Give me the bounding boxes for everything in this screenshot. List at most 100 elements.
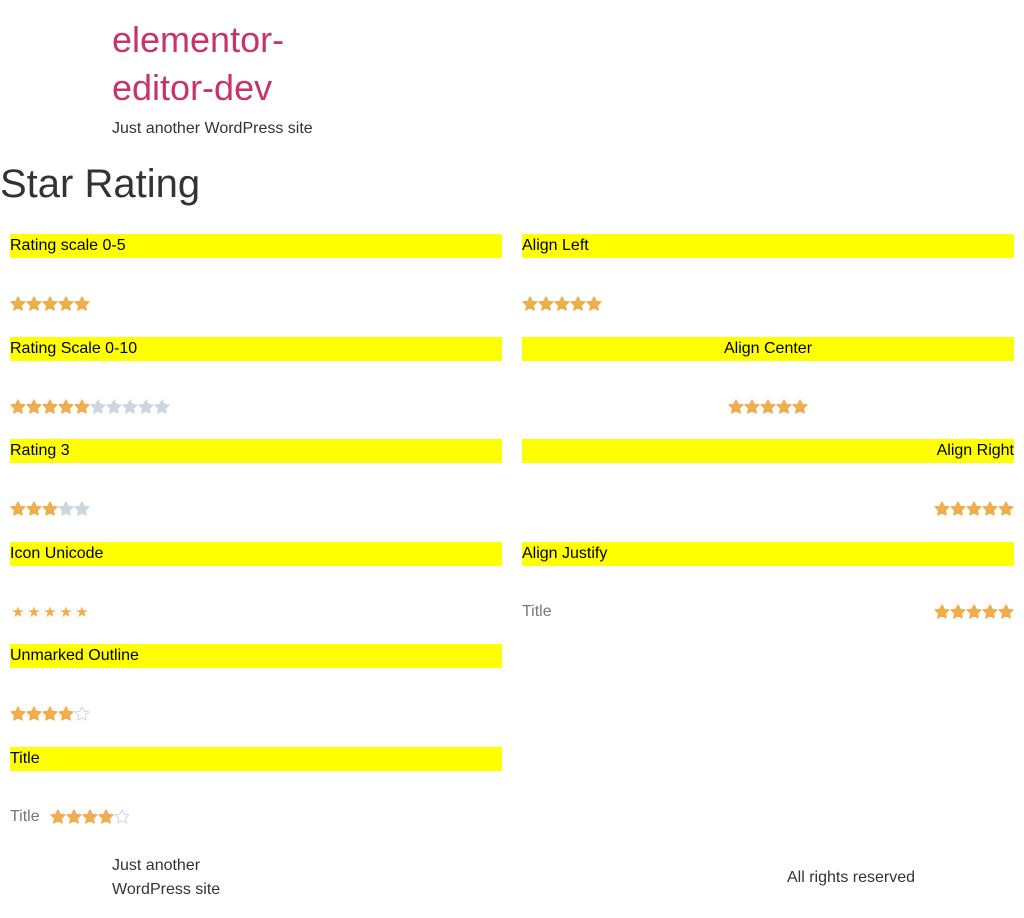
widget-heading: Align Center (522, 336, 1014, 361)
widget-heading: Rating scale 0-5 (10, 234, 502, 258)
star-icon: ★ (27, 602, 41, 621)
star-rating: Title (522, 600, 1014, 624)
star-icon (934, 501, 950, 517)
rating-widget: Align Justify Title (522, 541, 1014, 645)
site-tagline: Just another WordPress site (112, 120, 313, 137)
footer-tagline: Just another WordPress site (112, 857, 221, 898)
stars-group (934, 501, 1014, 517)
rating-widget: Align Right (522, 439, 1014, 542)
rating-widget: Icon Unicode ★ ★ ★ ★ ★ (10, 541, 502, 645)
rating-title: Title (522, 602, 552, 620)
site-header: elementor-editor-dev Just another WordPr… (112, 16, 412, 140)
star-icon (10, 706, 26, 722)
rating-widget: Rating 3 (10, 439, 502, 542)
star-icon (58, 398, 74, 415)
rating-widget: Align Center (522, 336, 1014, 440)
star-icon (42, 706, 58, 722)
star-icon (538, 296, 554, 312)
star-rating (522, 497, 1014, 521)
star-rating (10, 292, 502, 316)
star-icon (998, 501, 1014, 517)
star-rating (10, 497, 502, 521)
star-icon (98, 808, 114, 825)
star-icon (58, 296, 74, 312)
widget-heading: Rating 3 (10, 439, 502, 463)
rating-widget: Rating Scale 0-10 (10, 336, 502, 440)
star-icon (74, 706, 90, 722)
star-icon (26, 501, 42, 517)
star-icon (74, 398, 90, 415)
star-rating (522, 395, 1014, 419)
star-icon: ★ (59, 602, 73, 621)
star-icon (950, 603, 966, 620)
star-icon (106, 398, 122, 415)
star-icon (966, 501, 982, 517)
rating-widget: Align Left (522, 234, 1014, 337)
stars-group (934, 603, 1014, 620)
stars-group (10, 296, 90, 312)
star-rating: ★ ★ ★ ★ ★ (10, 600, 502, 624)
star-icon (982, 603, 998, 620)
footer-copyright: All rights reserved (787, 869, 916, 886)
star-icon (74, 501, 90, 517)
star-icon (26, 706, 42, 722)
star-icon (982, 501, 998, 517)
star-icon (50, 808, 66, 825)
star-icon (934, 603, 950, 620)
star-icon (58, 501, 74, 517)
star-icon (66, 808, 82, 825)
star-icon (950, 501, 966, 517)
stars-group (10, 398, 170, 415)
star-icon (998, 603, 1014, 620)
star-icon (570, 296, 586, 312)
star-rating (10, 702, 502, 726)
star-icon (122, 398, 138, 415)
star-icon (58, 706, 74, 722)
star-icon (114, 808, 130, 825)
widget-heading: Title (10, 746, 502, 771)
star-icon (26, 296, 42, 312)
stars-group (728, 398, 808, 415)
widget-heading: Align Justify (522, 541, 1014, 566)
star-rating: Title (10, 805, 502, 829)
star-icon (966, 603, 982, 620)
star-icon (42, 501, 58, 517)
rating-widget: Unmarked Outline (10, 644, 502, 747)
star-icon (760, 398, 776, 415)
star-icon (744, 398, 760, 415)
stars-group: ★ ★ ★ ★ ★ (10, 604, 90, 620)
widget-heading: Rating Scale 0-10 (10, 336, 502, 361)
rating-widget: Rating scale 0-5 (10, 234, 502, 337)
star-icon: ★ (11, 602, 25, 621)
star-icon: ★ (75, 602, 89, 621)
star-icon (74, 296, 90, 312)
star-rating (10, 395, 502, 419)
star-rating (522, 292, 1014, 316)
page-title: Star Rating (0, 162, 201, 206)
rating-title: Title (10, 807, 40, 825)
star-icon (138, 398, 154, 415)
stars-group (10, 706, 90, 722)
rating-widget: Title Title (10, 746, 502, 850)
stars-group (10, 501, 90, 517)
widget-heading: Icon Unicode (10, 541, 502, 566)
widget-heading: Unmarked Outline (10, 644, 502, 668)
stars-group (50, 808, 130, 825)
star-icon (586, 296, 602, 312)
site-title-link[interactable]: elementor-editor-dev (112, 16, 332, 112)
star-icon (42, 296, 58, 312)
right-column: Align Left Align Center Align Right Align J… (522, 234, 1014, 644)
widget-heading: Align Right (522, 439, 1014, 463)
star-icon (792, 398, 808, 415)
star-icon (554, 296, 570, 312)
star-icon (90, 398, 106, 415)
star-icon (728, 398, 744, 415)
star-icon (42, 398, 58, 415)
star-icon (10, 501, 26, 517)
star-icon (154, 398, 170, 415)
star-icon (776, 398, 792, 415)
star-icon: ★ (43, 602, 57, 621)
widget-heading: Align Left (522, 234, 1014, 258)
star-icon (26, 398, 42, 415)
star-icon (82, 808, 98, 825)
